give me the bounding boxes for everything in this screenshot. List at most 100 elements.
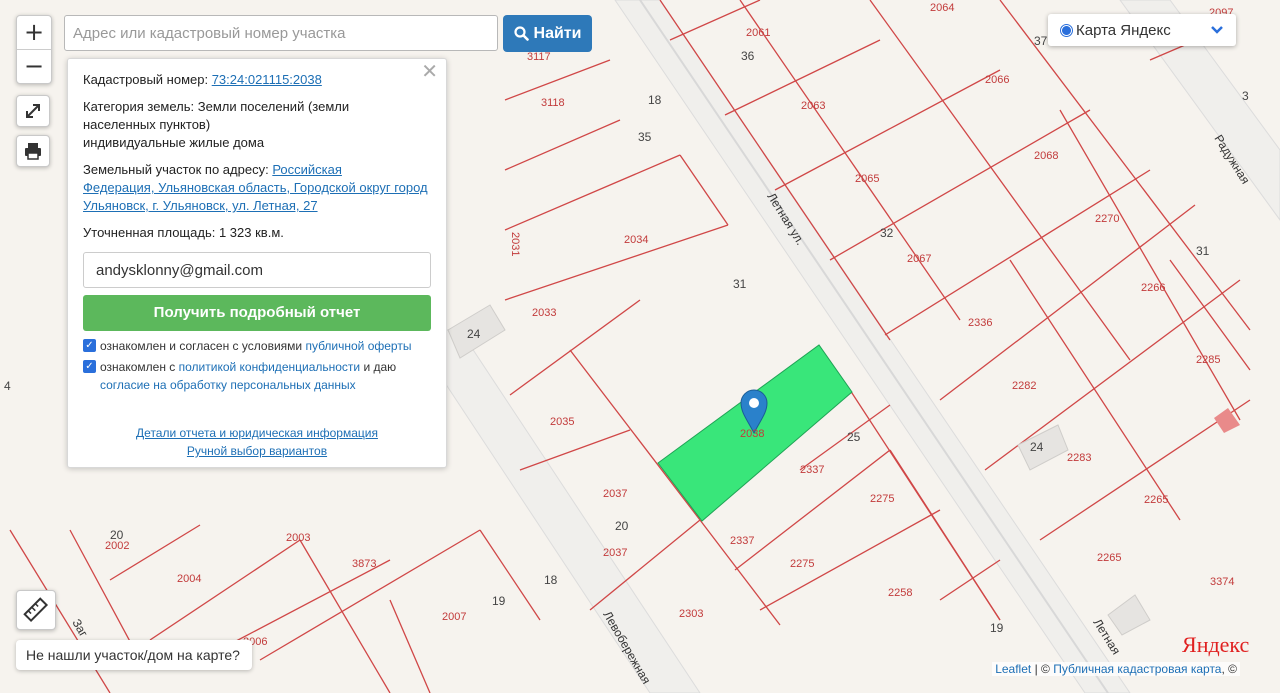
parcel-label: 3117 (527, 51, 551, 63)
radio-selected-icon (1060, 23, 1073, 37)
report-details-link[interactable]: Детали отчета и юридическая информация (83, 424, 431, 442)
parcel-label: 2037 (603, 547, 627, 559)
parcel-label: 2303 (679, 608, 703, 620)
chevron-down-icon (1211, 26, 1223, 34)
yandex-logo: Яндекс (1182, 632, 1249, 658)
parcel-label: 2275 (790, 558, 814, 570)
consent-privacy-mid: и даю (363, 360, 397, 374)
area-value: 1 323 кв.м. (218, 225, 284, 240)
get-report-button[interactable]: Получить подробный отчет (83, 295, 431, 331)
parcel-label: 2061 (746, 27, 770, 39)
address-link-3[interactable]: Ульяновск, г. Ульяновск, ул. Летная, 27 (83, 198, 318, 213)
house-number: 18 (648, 93, 662, 107)
parcel-label: 2033 (532, 307, 556, 319)
house-number: 31 (733, 277, 747, 291)
house-number: 19 (990, 621, 1004, 635)
cadastral-label: Кадастровый номер: (83, 72, 209, 87)
category-value-2: населенных пунктов) (83, 117, 211, 132)
leaflet-link[interactable]: Leaflet (995, 662, 1031, 676)
parcel-label: 3374 (1210, 576, 1234, 588)
house-number: 32 (880, 226, 894, 240)
cadastral-number-link[interactable]: 73:24:021115:2038 (212, 72, 322, 87)
parcel-label: 2034 (624, 234, 648, 246)
map-layer-value: Карта Яндекс (1076, 21, 1171, 39)
address-search-input[interactable] (64, 15, 498, 51)
category-value-1: Земли поселений (земли (197, 99, 350, 114)
house-number: 24 (467, 327, 481, 341)
parcel-label: 2067 (907, 253, 931, 265)
house-number: 3 (1242, 89, 1249, 103)
parcel-label: 2266 (1141, 282, 1165, 294)
consent-offer-text: ознакомлен и согласен с условиями (100, 339, 303, 353)
house-number: 20 (615, 519, 629, 533)
category-label: Категория земель: (83, 99, 195, 114)
house-number: 24 (1030, 440, 1044, 454)
house-number: 19 (492, 594, 506, 608)
zoom-in-button[interactable]: + (17, 16, 51, 50)
print-button[interactable] (16, 135, 50, 167)
address-label: Земельный участок по адресу: (83, 162, 269, 177)
cadastral-map-link[interactable]: Публичная кадастровая карта (1053, 662, 1221, 676)
parcel-label: 2283 (1067, 452, 1091, 464)
parcel-label: 2038 (740, 428, 764, 440)
map-layer-select[interactable]: Карта Яндекс (1048, 14, 1236, 46)
attribution-sep: | © (1031, 662, 1054, 676)
manual-selection-link[interactable]: Ручной выбор вариантов (83, 442, 431, 460)
zoom-control: + − (16, 15, 52, 84)
parcel-label: 3873 (352, 558, 376, 570)
close-icon[interactable]: ✕ (421, 62, 438, 82)
area-row: Уточненная площадь: 1 323 кв.м. (83, 224, 431, 242)
panel-links: Детали отчета и юридическая информация Р… (83, 424, 431, 460)
yandex-logo-rest: ндекс (1196, 632, 1250, 657)
zoom-out-button[interactable]: − (17, 50, 51, 83)
cadastral-row: Кадастровый номер: 73:24:021115:2038 (83, 71, 431, 89)
house-number: 31 (1196, 244, 1210, 258)
parcel-label: 2275 (870, 493, 894, 505)
parcel-label: 2282 (1012, 380, 1036, 392)
house-number: 4 (4, 379, 11, 393)
parcel-label: 2007 (442, 611, 466, 623)
address-link-1[interactable]: Российская (272, 162, 342, 177)
parcel-label: 2337 (800, 464, 824, 476)
email-field[interactable] (83, 252, 431, 288)
parcel-label: 2003 (286, 532, 310, 544)
parcel-label: 2066 (985, 74, 1009, 86)
search-icon (513, 26, 529, 41)
parcel-label: 2336 (968, 317, 992, 329)
find-button[interactable]: Найти (503, 15, 592, 52)
parcel-label: 2004 (177, 573, 201, 585)
address-row: Земельный участок по адресу: Российская … (83, 161, 431, 215)
privacy-policy-link[interactable]: политикой конфиденциальности (179, 360, 360, 374)
parcel-label: 2285 (1196, 354, 1220, 366)
parcel-label: 2037 (603, 488, 627, 500)
find-button-label: Найти (533, 24, 582, 42)
not-found-button[interactable]: Не нашли участок/дом на карте? (16, 640, 252, 670)
public-offer-link[interactable]: публичной оферты (305, 339, 411, 353)
house-number: 37 (1034, 34, 1048, 48)
consent-offer: ✓ ознакомлен и согласен с условиями публ… (83, 337, 431, 355)
parcel-label: 2064 (930, 2, 954, 14)
house-number: 18 (544, 573, 558, 587)
ruler-button[interactable] (16, 590, 56, 630)
checkbox-privacy[interactable]: ✓ (83, 360, 96, 373)
personal-data-consent-link[interactable]: согласие на обработку персональных данны… (100, 378, 356, 392)
parcel-label: 2258 (888, 587, 912, 599)
parcel-label: 2265 (1144, 494, 1168, 506)
house-number: 25 (847, 430, 861, 444)
parcel-label: 2265 (1097, 552, 1121, 564)
parcel-label: 2063 (801, 100, 825, 112)
category-value-3: индивидуальные жилые дома (83, 135, 265, 150)
area-label: Уточненная площадь: (83, 225, 216, 240)
consent-privacy-text: ознакомлен с (100, 360, 176, 374)
attribution-tail: , © (1221, 662, 1237, 676)
ruler-icon (23, 597, 49, 623)
parcel-label: 2270 (1095, 213, 1119, 225)
house-number: 36 (741, 49, 755, 63)
yandex-logo-first: Я (1182, 632, 1197, 657)
fullscreen-button[interactable] (16, 95, 50, 127)
address-link-2[interactable]: Федерация, Ульяновская область, Городско… (83, 180, 428, 195)
house-number: 35 (638, 130, 652, 144)
parcel-label: 2065 (855, 173, 879, 185)
checkbox-offer[interactable]: ✓ (83, 339, 96, 352)
printer-icon (25, 143, 41, 160)
